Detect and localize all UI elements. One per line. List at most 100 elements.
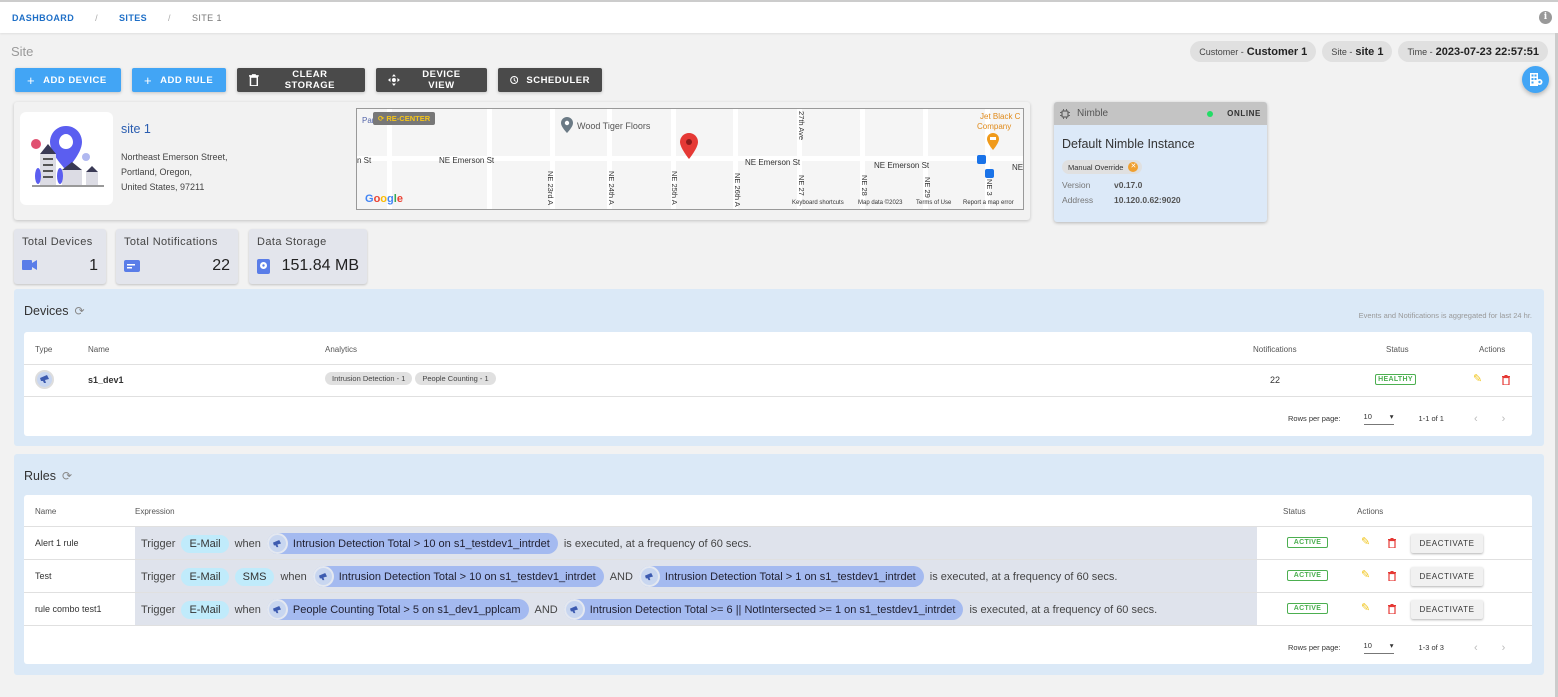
street-label: NE 27 [797,175,806,196]
status-badge: HEALTHY [1375,374,1416,385]
version-row: Version v0.17.0 [1062,180,1267,190]
rule-name: Alert 1 rule [35,538,79,548]
edit-icon[interactable]: ✎ [1473,372,1482,385]
rows-per-page-select[interactable]: 10 ▾ [1363,641,1394,654]
info-icon[interactable]: i [1539,11,1552,24]
camera-icon [638,566,660,587]
version-value: v0.17.0 [1114,179,1143,190]
site-location-fab[interactable] [1522,66,1549,93]
context-chips: Customer - Customer 1 Site - site 1 Time -… [1190,41,1548,62]
rule-name: Test [35,571,52,581]
scheduler-button[interactable]: SCHEDULER [498,68,602,92]
deactivate-button[interactable]: DEACTIVATE [1411,600,1483,619]
site-address: Northeast Emerson Street, Portland, Oreg… [121,150,228,195]
refresh-icon[interactable]: ⟳ [62,469,72,483]
manual-override-chip[interactable]: Manual Override ✕ [1062,160,1143,174]
rule-expression: Trigger E-Mail when Intrusion Detection … [141,533,752,554]
clear-storage-button[interactable]: CLEAR STORAGE [237,68,365,92]
deactivate-button[interactable]: DEACTIVATE [1411,567,1483,586]
breadcrumb-dashboard[interactable]: DASHBOARD [12,13,74,23]
report-map-error-link[interactable]: Report a map error [963,200,1014,206]
camera-type-icon [35,370,54,389]
delete-icon[interactable] [1388,604,1396,614]
rows-per-page-label: Rows per page: [1288,414,1341,423]
analytics-tags: Intrusion Detection - 1 People Counting -… [325,372,499,385]
stat-label: Total Notifications [124,236,218,248]
nimble-label: Nimble [1077,108,1109,119]
breadcrumb-separator: / [168,13,171,23]
terms-link[interactable]: Terms of Use [916,200,951,206]
edit-icon[interactable]: ✎ [1361,535,1370,548]
channel-pill: E-Mail [181,600,229,619]
previous-page-button[interactable]: ‹ [1474,413,1478,425]
next-page-button[interactable]: › [1502,642,1506,654]
keyboard-shortcuts-link[interactable]: Keyboard shortcuts [792,200,844,206]
add-device-button[interactable]: + ADD DEVICE [15,68,121,92]
column-header-status: Status [1386,345,1409,354]
frequency-text: is executed, at a frequency of 60 secs. [563,537,752,550]
delete-icon[interactable] [1502,375,1510,385]
condition-text: Intrusion Detection Total > 10 on s1_tes… [338,570,596,583]
street-label: NE 3 [985,179,994,196]
street-label: NE Emerson St [745,158,801,167]
map-label: Company [977,122,1012,131]
close-icon[interactable]: ✕ [1128,162,1139,172]
device-view-button[interactable]: DEVICE VIEW [376,68,487,92]
pagination: Rows per page: 10 ▾ 1-1 of 1 ‹ › [1288,412,1505,425]
trigger-text: Trigger [141,603,176,616]
chip-icon [1060,108,1070,119]
delete-icon[interactable] [1388,538,1396,548]
customer-label: Customer - [1199,46,1244,57]
site-card: site 1 Northeast Emerson Street, Portlan… [14,102,1030,220]
street-label: 27th Ave [797,111,806,141]
add-rule-button[interactable]: + ADD RULE [132,68,226,92]
condition-pill: Intrusion Detection Total > 1 on s1_test… [638,566,924,587]
rows-per-page-select[interactable]: 10 ▾ [1363,412,1394,425]
condition-text: Intrusion Detection Total > 10 on s1_tes… [292,537,550,550]
rule-expression: Trigger E-Mail when People Counting Tota… [141,599,1157,620]
previous-page-button[interactable]: ‹ [1474,642,1478,654]
device-view-label: DEVICE VIEW [422,69,461,91]
rules-title: Rules ⟳ [24,469,72,483]
site-chip: Site - site 1 [1322,41,1393,62]
stat-value: 22 [212,257,230,274]
when-text: when [234,537,261,550]
street-label: NE 23rd A [546,171,555,206]
refresh-icon[interactable]: ⟳ [74,304,84,318]
channel-pill: E-Mail [181,567,229,586]
address-line: Northeast Emerson Street, [121,152,228,162]
condition-pill: Intrusion Detection Total > 10 on s1_tes… [312,566,604,587]
divider [24,396,1532,397]
column-header-actions: Actions [1357,507,1384,516]
column-header-status: Status [1283,507,1306,516]
status-badge: ACTIVE [1287,537,1328,548]
recenter-button[interactable]: ⟳ RE-CENTER [373,112,436,125]
divider [24,364,1532,365]
stat-total-notifications: Total Notifications 22 [116,229,238,284]
deactivate-button[interactable]: DEACTIVATE [1411,534,1483,553]
rules-title-text: Rules [24,469,56,483]
street-label: NE Em [1012,163,1024,172]
breadcrumb-sites[interactable]: SITES [119,13,147,23]
and-text: AND [609,570,633,583]
street-label: NE 24th A [607,171,616,205]
cafe-marker-icon [987,133,999,150]
street-label: NE 28 [860,175,869,196]
transit-icon [977,155,986,164]
rule-name: rule combo test1 [35,604,102,614]
devices-title: Devices ⟳ [24,304,85,318]
notification-card-icon [124,260,140,272]
device-name[interactable]: s1_dev1 [88,375,124,385]
stat-value: 1 [89,257,98,274]
divider [24,625,1532,626]
delete-icon[interactable] [1388,571,1396,581]
edit-icon[interactable]: ✎ [1361,568,1370,581]
next-page-button[interactable]: › [1502,413,1506,425]
page-title: Site [11,44,34,59]
hard-disk-icon [257,259,270,274]
site-label: Site - [1331,46,1353,57]
plus-icon: + [144,72,153,88]
stat-value: 151.84 MB [281,257,359,274]
edit-icon[interactable]: ✎ [1361,601,1370,614]
site-map[interactable]: Parking lot ⟳ RE-CENTER Wood Tiger Floor… [356,108,1024,210]
